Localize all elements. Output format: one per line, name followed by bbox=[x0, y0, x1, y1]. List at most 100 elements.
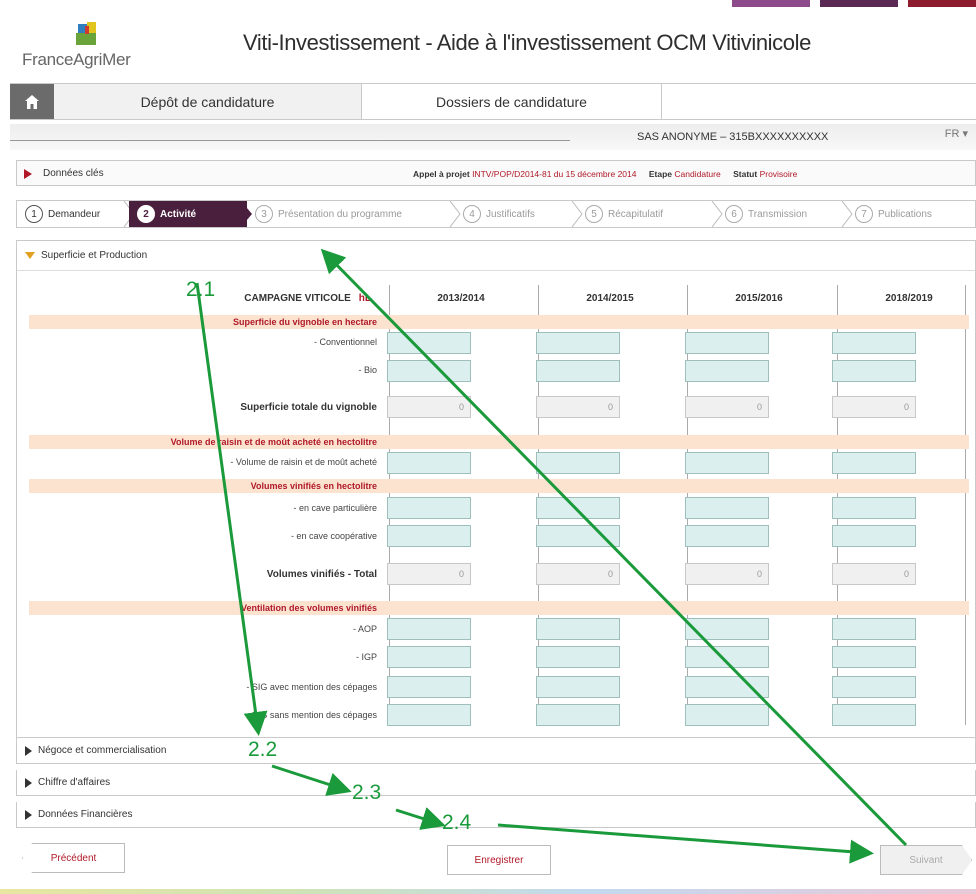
input-volume-achete[interactable] bbox=[536, 452, 620, 474]
wizard-steps: 1 Demandeur 2 Activité 3 Présentation du… bbox=[16, 200, 976, 228]
annotation-label: 2.1 bbox=[186, 278, 216, 301]
caret-right-icon bbox=[25, 745, 32, 756]
input-bio[interactable] bbox=[387, 360, 471, 382]
total-volumes: 0 bbox=[685, 563, 769, 585]
input-igp[interactable] bbox=[536, 646, 620, 668]
input-cave-cooperative[interactable] bbox=[685, 525, 769, 547]
home-button[interactable] bbox=[10, 84, 54, 119]
input-volume-achete[interactable] bbox=[387, 452, 471, 474]
input-aop[interactable] bbox=[685, 618, 769, 640]
input-igp[interactable] bbox=[685, 646, 769, 668]
step-number: 1 bbox=[25, 205, 43, 223]
step-transmission[interactable]: 6 Transmission bbox=[717, 201, 853, 227]
section-negoce[interactable]: Négoce et commercialisation bbox=[16, 738, 976, 764]
statut-value: Provisoire bbox=[759, 169, 798, 179]
step-label: Publications bbox=[878, 208, 932, 220]
input-cave-particuliere[interactable] bbox=[536, 497, 620, 519]
caret-right-icon bbox=[25, 777, 32, 788]
row-label: - Volume de raisin et de moût acheté bbox=[230, 457, 377, 467]
language-selector[interactable]: FR ▾ bbox=[945, 127, 968, 140]
input-aop[interactable] bbox=[832, 618, 916, 640]
tab-depot-candidature[interactable]: Dépôt de candidature bbox=[54, 84, 362, 119]
main-nav: Dépôt de candidature Dossiers de candida… bbox=[10, 83, 976, 120]
row-label: - en cave coopérative bbox=[290, 531, 377, 541]
step-label: Récapitulatif bbox=[608, 208, 664, 220]
save-button[interactable]: Enregistrer bbox=[447, 845, 551, 875]
input-cave-cooperative[interactable] bbox=[832, 525, 916, 547]
step-publications[interactable]: 7 Publications bbox=[847, 201, 975, 227]
section-title: Chiffre d'affaires bbox=[38, 777, 111, 788]
band-label: Ventilation des volumes vinifiés bbox=[240, 603, 377, 613]
total-superficie: 0 bbox=[536, 396, 620, 418]
tab-dossiers-candidature[interactable]: Dossiers de candidature bbox=[362, 84, 662, 119]
total-volumes: 0 bbox=[536, 563, 620, 585]
band-label: Volume de raisin et de moût acheté en he… bbox=[170, 437, 377, 447]
previous-button[interactable]: Précédent bbox=[22, 843, 125, 873]
input-sig-sans[interactable] bbox=[832, 704, 916, 726]
step-recapitulatif[interactable]: 5 Récapitulatif bbox=[577, 201, 723, 227]
input-bio[interactable] bbox=[685, 360, 769, 382]
input-cave-cooperative[interactable] bbox=[536, 525, 620, 547]
caret-right-icon bbox=[24, 169, 32, 179]
input-conventionnel[interactable] bbox=[387, 332, 471, 354]
row-label: Superficie totale du vignoble bbox=[240, 402, 377, 413]
input-bio[interactable] bbox=[536, 360, 620, 382]
total-superficie: 0 bbox=[832, 396, 916, 418]
step-justificatifs[interactable]: 4 Justificatifs bbox=[455, 201, 583, 227]
step-number: 5 bbox=[585, 205, 603, 223]
section-donnees-financieres[interactable]: Données Financières bbox=[16, 802, 976, 828]
row-label: - Bio bbox=[358, 365, 377, 375]
statut-label: Statut bbox=[733, 169, 758, 179]
input-cave-particuliere[interactable] bbox=[387, 497, 471, 519]
total-volumes: 0 bbox=[387, 563, 471, 585]
user-bar-divider bbox=[10, 140, 570, 141]
input-volume-achete[interactable] bbox=[832, 452, 916, 474]
step-activite[interactable]: 2 Activité bbox=[129, 201, 252, 227]
step-label: Activité bbox=[160, 208, 197, 220]
caret-right-icon bbox=[25, 809, 32, 820]
panel-title: Superficie et Production bbox=[41, 250, 148, 261]
column-header: 2013/2014 bbox=[437, 293, 485, 304]
column-header: 2018/2019 bbox=[885, 293, 933, 304]
step-number: 3 bbox=[255, 205, 273, 223]
section-band: Ventilation des volumes vinifiés bbox=[29, 601, 969, 615]
input-conventionnel[interactable] bbox=[832, 332, 916, 354]
input-volume-achete[interactable] bbox=[685, 452, 769, 474]
input-aop[interactable] bbox=[387, 618, 471, 640]
annotation-label: 2.4 bbox=[442, 811, 472, 834]
total-superficie: 0 bbox=[387, 396, 471, 418]
input-conventionnel[interactable] bbox=[685, 332, 769, 354]
input-sig-sans[interactable] bbox=[685, 704, 769, 726]
input-sig-sans[interactable] bbox=[536, 704, 620, 726]
home-icon bbox=[25, 94, 39, 109]
panel-header[interactable]: Superficie et Production bbox=[17, 241, 975, 271]
key-data-bar[interactable]: Données clés Appel à projet INTV/POP/D20… bbox=[16, 160, 976, 186]
step-demandeur[interactable]: 1 Demandeur bbox=[17, 201, 135, 227]
section-band: Volumes vinifiés en hectolitre bbox=[29, 479, 969, 493]
next-button[interactable]: Suivant bbox=[880, 845, 972, 875]
key-data-summary: Appel à projet INTV/POP/D2014-81 du 15 d… bbox=[413, 169, 807, 179]
input-sig-avec[interactable] bbox=[536, 676, 620, 698]
input-sig-avec[interactable] bbox=[387, 676, 471, 698]
user-bar: SAS ANONYME – 315BXXXXXXXXXX FR ▾ bbox=[10, 124, 976, 150]
franceagrimer-logo[interactable]: FranceAgriMer bbox=[22, 22, 152, 72]
input-bio[interactable] bbox=[832, 360, 916, 382]
row-label: - Conventionnel bbox=[313, 337, 377, 347]
input-sig-avec[interactable] bbox=[685, 676, 769, 698]
input-cave-cooperative[interactable] bbox=[387, 525, 471, 547]
annotation-label: 2.3 bbox=[352, 781, 382, 804]
input-sig-avec[interactable] bbox=[832, 676, 916, 698]
row-label: - en cave particulière bbox=[293, 503, 377, 513]
input-cave-particuliere[interactable] bbox=[685, 497, 769, 519]
input-sig-sans[interactable] bbox=[387, 704, 471, 726]
superficie-production-panel: Superficie et Production CAMPAGNE VITICO… bbox=[16, 240, 976, 738]
input-igp[interactable] bbox=[387, 646, 471, 668]
input-igp[interactable] bbox=[832, 646, 916, 668]
input-conventionnel[interactable] bbox=[536, 332, 620, 354]
row-label: - IGP bbox=[355, 652, 377, 662]
section-chiffre-affaires[interactable]: Chiffre d'affaires bbox=[16, 770, 976, 796]
step-presentation[interactable]: 3 Présentation du programme bbox=[247, 201, 461, 227]
step-label: Transmission bbox=[748, 208, 808, 220]
input-cave-particuliere[interactable] bbox=[832, 497, 916, 519]
input-aop[interactable] bbox=[536, 618, 620, 640]
